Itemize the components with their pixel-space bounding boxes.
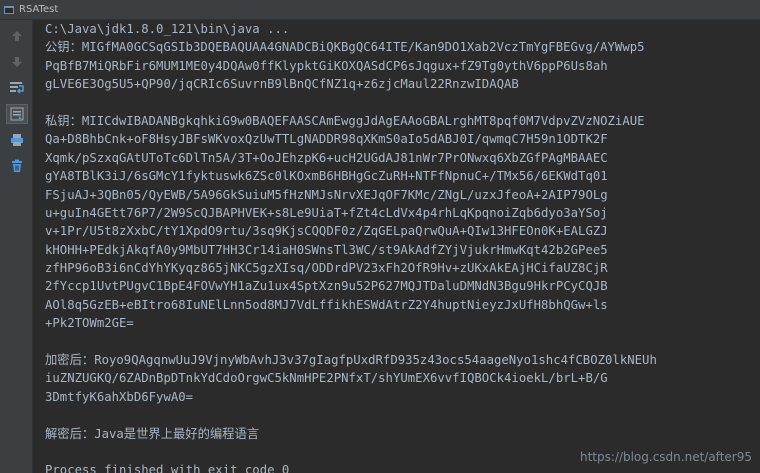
private-key-line: u+guIn4GEtt76P7/2W9ScQJBAPHVEK+s8Le9UiaT… — [45, 205, 608, 220]
public-key-line: PqBfB7MiQRbFir6MUM1ME0y4DQAw0ffKlypktGiK… — [45, 58, 608, 73]
console-toolbar — [0, 20, 33, 473]
private-key-line: Xqmk/pSzxqGAtUToTc6DlTn5A/3T+OoJEhzpK6+u… — [45, 150, 608, 165]
private-key-line: v+1Pr/U5t8zXxbC/tY1XpdO9rtu/3sq9KjsCQQDF… — [45, 224, 608, 239]
print-icon[interactable] — [6, 130, 28, 150]
scroll-to-end-icon[interactable] — [6, 104, 28, 124]
private-key-line: FSjuAJ+3QBn05/QyEWB/5A96GkSuiuM5fHzNMJsN… — [45, 187, 608, 202]
run-tab-title[interactable]: RSATest — [19, 4, 58, 15]
up-arrow-icon[interactable] — [6, 26, 28, 46]
private-key-line: +Pk2TOWm2GE= — [45, 316, 134, 331]
private-key-line: 2fYccp1UvtPUgvC1BpE4FOVwYH1aZu1ux4SptXzn… — [45, 279, 608, 294]
private-key-line: AOl8q5GzEB+eBItro68IuNElLnn5od8MJ7VdLffi… — [45, 297, 608, 312]
encrypted-line: 加密后：Royo9QAgqnwUuJ9VjnyWbAvhJ3v37gIagfpU… — [45, 353, 657, 368]
encrypted-line: iuZNZUGKQ/6ZADnBpDTnkYdCdoOrgwC5kNmHPE2P… — [45, 371, 608, 386]
private-key-line: kHOHH+PEdkjAkqfA0y9MbUT7HH3Cr14iaH0SWnsT… — [45, 242, 608, 257]
console-output[interactable]: C:\Java\jdk1.8.0_121\bin\java ... 公钥：MIG… — [33, 20, 760, 473]
private-key-line: Qa+D8BhbCnk+oF8HsyJBFsWKvoxQzUwTTLgNADDR… — [45, 132, 608, 147]
private-key-line: 私钥：MIICdwIBADANBgkqhkiG9w0BAQEFAASCAmEwg… — [45, 113, 645, 128]
public-key-line: 公钥：MIGfMA0GCSqGSIb3DQEBAQUAA4GNADCBiQKBg… — [45, 40, 645, 55]
watermark: https://blog.csdn.net/after95 — [579, 450, 752, 464]
command-line: C:\Java\jdk1.8.0_121\bin\java ... — [45, 22, 290, 36]
public-key-line: gLVE6E3Og5U5+QP90/jqCRIc6SuvrnB9lBnQCfNZ… — [45, 77, 519, 92]
private-key-line: zfHP96oB3i6nCdYhYKyqz865jNKC5gzXIsq/ODDr… — [45, 261, 608, 276]
private-key-line: gYA8TBlK3iJ/6sGMcY1fyktuswk6ZSc0lKOxmB6H… — [45, 169, 608, 184]
run-config-icon — [4, 5, 14, 14]
encrypted-line: 3DmtfyK6ahXbD6FywA0= — [45, 389, 194, 404]
run-tab-bar: RSATest — [0, 0, 760, 20]
soft-wrap-icon[interactable] — [6, 78, 28, 98]
decrypted-line: 解密后：Java是世界上最好的编程语言 — [45, 426, 260, 441]
run-window: RSATest C:\Java\jdk1.8.0_121\bin\java ..… — [0, 0, 760, 473]
down-arrow-icon[interactable] — [6, 52, 28, 72]
trash-icon[interactable] — [6, 156, 28, 176]
